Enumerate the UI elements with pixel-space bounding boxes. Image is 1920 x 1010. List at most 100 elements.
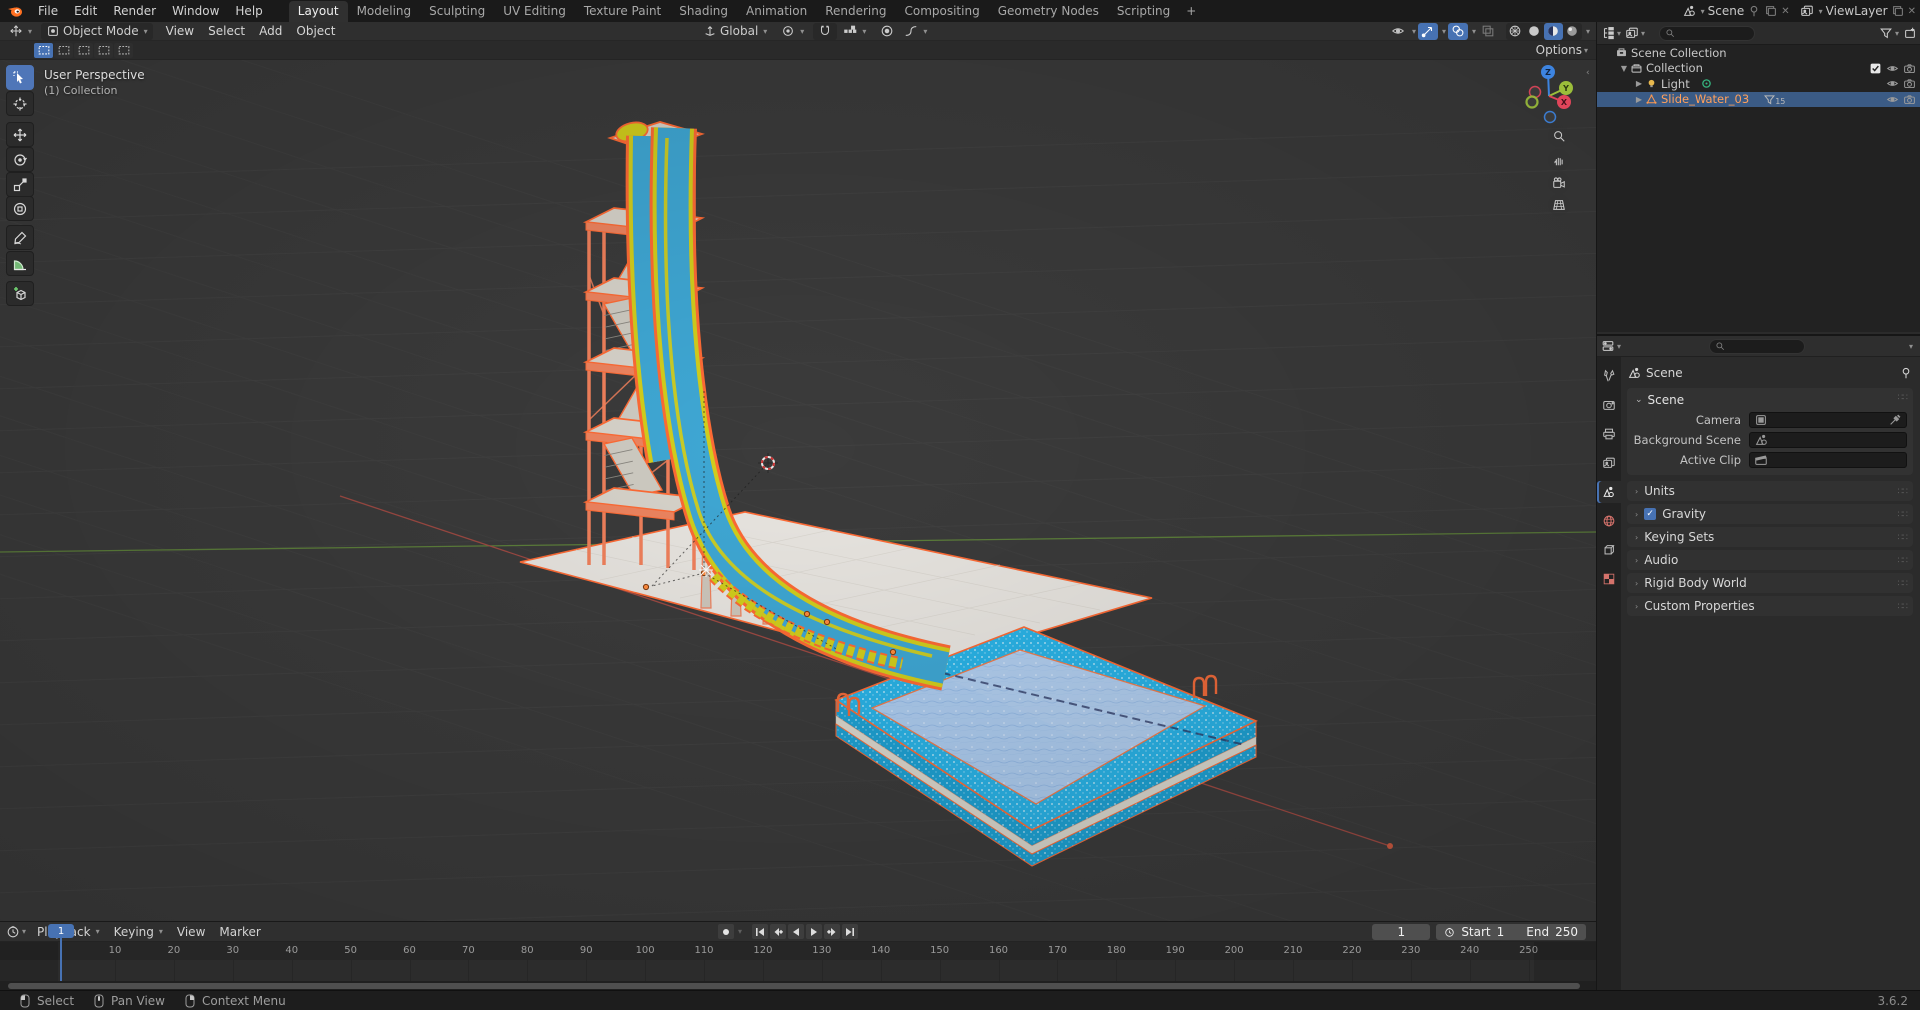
hide-eye-icon[interactable]	[1886, 62, 1899, 75]
menu-help[interactable]: Help	[227, 0, 270, 22]
menu-window[interactable]: Window	[164, 0, 227, 22]
eyedropper-icon[interactable]	[1888, 413, 1902, 427]
outliner-row-collection[interactable]: ▼ Collection	[1597, 61, 1920, 77]
playhead[interactable]	[60, 938, 62, 981]
jump-to-start-button[interactable]	[752, 924, 769, 939]
timeline-ruler[interactable]: 10 20 30 40 50 60 70 80 90 100 110 120 130 140 150 160 1…	[0, 942, 1596, 960]
remove-viewlayer-icon[interactable]: ✕	[1908, 6, 1916, 17]
shading-material-button[interactable]	[1543, 22, 1563, 40]
properties-tab-scene[interactable]	[1597, 481, 1621, 503]
new-scene-icon[interactable]	[1764, 4, 1778, 18]
properties-editor-icon[interactable]	[1601, 339, 1615, 353]
workspace-tab-modeling[interactable]: Modeling	[348, 1, 421, 22]
editor-type-button[interactable]: ▾	[4, 23, 37, 40]
timeline-menu-marker[interactable]: Marker	[212, 925, 267, 939]
select-mode-extend[interactable]	[54, 42, 73, 58]
current-frame-badge[interactable]: 1	[48, 924, 74, 938]
tool-measure[interactable]	[6, 251, 34, 276]
panel-custom-properties[interactable]: › Custom Properties ∷∷	[1627, 596, 1913, 616]
properties-search-input[interactable]	[1729, 340, 1790, 352]
shading-rendered-button[interactable]	[1563, 23, 1582, 40]
scrollbar-thumb[interactable]	[8, 983, 1580, 989]
navigation-gizmo[interactable]: Z Y X	[1516, 60, 1582, 136]
workspace-tab-compositing[interactable]: Compositing	[895, 1, 988, 22]
gravity-checkbox[interactable]: ✓	[1644, 508, 1657, 520]
hide-eye-icon[interactable]	[1886, 77, 1899, 90]
viewlayer-selector[interactable]: ▾ ViewLayer ✕	[1800, 4, 1916, 18]
disclosure-icon[interactable]: ▶	[1633, 95, 1645, 104]
gizmos-toggle[interactable]	[1417, 22, 1438, 40]
end-value[interactable]: 250	[1555, 925, 1578, 939]
mode-dropdown[interactable]: Object Mode ▾	[41, 22, 153, 40]
panel-rigid-body-world[interactable]: › Rigid Body World ∷∷	[1627, 573, 1913, 593]
falloff-dropdown[interactable]: ▾	[899, 23, 932, 40]
add-workspace-button[interactable]: +	[1179, 1, 1203, 21]
auto-keying-button[interactable]	[718, 924, 734, 939]
timeline-editor-icon[interactable]	[6, 925, 20, 939]
viewport-menu-add[interactable]: Add	[252, 24, 289, 38]
properties-options-icon[interactable]: ▾	[1909, 342, 1913, 351]
timeline-menu-view[interactable]: View	[170, 925, 212, 939]
workspace-tab-layout[interactable]: Layout	[288, 1, 348, 22]
outliner-search-input[interactable]	[1679, 27, 1740, 39]
panel-keying-sets[interactable]: › Keying Sets ∷∷	[1627, 527, 1913, 547]
play-reverse-button[interactable]	[788, 924, 805, 939]
outliner-row-slide_water_03[interactable]: ▶ Slide_Water_03 15	[1597, 91, 1920, 107]
next-keyframe-button[interactable]	[824, 924, 841, 939]
disclosure-icon[interactable]: ▼	[1618, 64, 1630, 73]
field-active-clip[interactable]	[1749, 452, 1907, 468]
start-value[interactable]: 1	[1497, 925, 1505, 939]
panel-gravity[interactable]: › ✓ Gravity ∷∷	[1627, 504, 1913, 524]
visibility-dropdown[interactable]	[1388, 23, 1408, 40]
tool-cursor[interactable]	[6, 91, 34, 116]
new-collection-icon[interactable]	[1903, 26, 1917, 40]
viewport-menu-view[interactable]: View	[159, 24, 201, 38]
workspace-tab-rendering[interactable]: Rendering	[816, 1, 895, 22]
viewport-canvas[interactable]: User Perspective (1) Collection Z Y X ‹	[0, 60, 1596, 921]
proportional-editing-toggle[interactable]	[875, 23, 899, 40]
snap-settings-dropdown[interactable]: ▾	[838, 23, 871, 40]
select-mode-intersect[interactable]	[114, 42, 133, 58]
workspace-tab-sculpting[interactable]: Sculpting	[420, 1, 494, 22]
options-dropdown[interactable]: Options ▾	[1536, 43, 1588, 57]
jump-to-end-button[interactable]	[842, 924, 859, 939]
overlays-toggle[interactable]	[1447, 22, 1468, 40]
properties-tab-view-layer[interactable]	[1597, 452, 1621, 474]
gizmo-minus-y[interactable]	[1525, 95, 1539, 109]
shading-wireframe-button[interactable]	[1506, 23, 1525, 40]
panel-units[interactable]: › Units ∷∷	[1627, 481, 1913, 501]
tool-scale[interactable]	[6, 172, 34, 197]
disable-render-camera-icon[interactable]	[1903, 93, 1916, 106]
exclude-checkbox-icon[interactable]	[1869, 62, 1882, 75]
tool-transform[interactable]	[6, 196, 34, 221]
sidebar-collapse-arrow[interactable]: ‹	[1586, 68, 1590, 78]
new-viewlayer-icon[interactable]	[1891, 4, 1905, 18]
zoom-view-button[interactable]	[1548, 125, 1570, 147]
workspace-tab-geometry-nodes[interactable]: Geometry Nodes	[989, 1, 1108, 22]
timeline-menu-keying[interactable]: Keying ▾	[107, 925, 170, 939]
scene-selector[interactable]: ▾ Scene ✕	[1682, 4, 1790, 18]
camera-view-button[interactable]	[1548, 172, 1570, 194]
tool-rotate[interactable]	[6, 147, 34, 172]
outliner-row-light[interactable]: ▶ Light	[1597, 76, 1920, 92]
display-mode-icon[interactable]	[1625, 26, 1639, 40]
properties-tab-render[interactable]	[1597, 394, 1621, 416]
tool-select-box[interactable]	[6, 65, 34, 90]
prev-keyframe-button[interactable]	[770, 924, 787, 939]
unlink-scene-icon[interactable]: ✕	[1781, 6, 1789, 17]
pan-view-button[interactable]	[1548, 149, 1570, 171]
tool-annotate[interactable]	[6, 225, 34, 250]
panel-audio[interactable]: › Audio ∷∷	[1627, 550, 1913, 570]
tool-move[interactable]	[6, 122, 34, 147]
xray-toggle[interactable]	[1478, 23, 1498, 40]
properties-tab-texture[interactable]	[1597, 568, 1621, 590]
current-frame-field[interactable]: 1	[1372, 924, 1431, 940]
select-mode-new[interactable]	[34, 42, 53, 58]
viewport-menu-select[interactable]: Select	[201, 24, 252, 38]
properties-tab-tool[interactable]	[1597, 365, 1621, 387]
perspective-toggle-button[interactable]	[1548, 194, 1570, 216]
select-mode-subtract[interactable]	[74, 42, 93, 58]
menu-edit[interactable]: Edit	[66, 0, 105, 22]
outliner-row-scene-collection[interactable]: Scene Collection	[1597, 45, 1920, 61]
menu-file[interactable]: File	[30, 0, 66, 22]
